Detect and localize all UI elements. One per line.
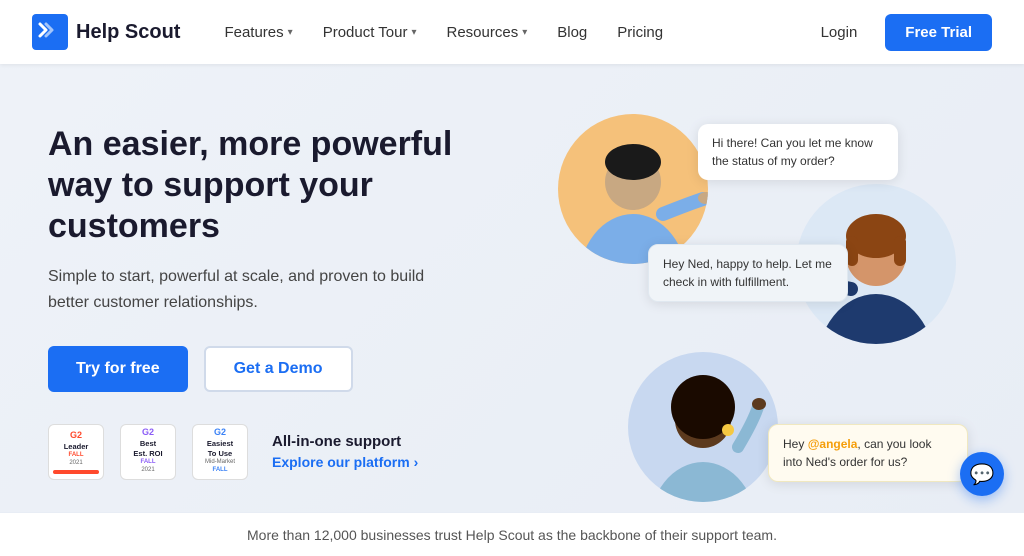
platform-label: All-in-one support <box>272 433 418 450</box>
character-1 <box>558 114 708 264</box>
hero-ctas: Try for free Get a Demo <box>48 346 508 392</box>
g2-badge-leader: G2 Leader FALL 2021 <box>48 424 104 480</box>
logo-icon <box>32 14 68 50</box>
hero-heading: An easier, more powerful way to support … <box>48 124 508 246</box>
explore-platform-link[interactable]: Explore our platform › <box>272 454 418 470</box>
nav-right: Login Free Trial <box>809 14 992 51</box>
hero-platform: All-in-one support Explore our platform … <box>272 433 418 470</box>
speech-bubble-3: Hey @angela, can you look into Ned's ord… <box>768 424 968 482</box>
hero-section: An easier, more powerful way to support … <box>0 64 1024 512</box>
speech-bubble-1: Hi there! Can you let me know the status… <box>698 124 898 180</box>
nav-features[interactable]: Features ▾ <box>212 16 304 49</box>
free-trial-button[interactable]: Free Trial <box>885 14 992 51</box>
bottom-bar: More than 12,000 businesses trust Help S… <box>0 512 1024 556</box>
nav-links: Features ▾ Product Tour ▾ Resources ▾ Bl… <box>212 16 808 49</box>
g2-badge-easiest: G2 Easiest To Use Mid-Market FALL <box>192 424 248 480</box>
nav-pricing[interactable]: Pricing <box>605 16 675 49</box>
chat-button[interactable]: 💬 <box>960 452 1004 496</box>
nav-blog[interactable]: Blog <box>545 16 599 49</box>
login-button[interactable]: Login <box>809 16 870 49</box>
chevron-down-icon: ▾ <box>288 27 293 38</box>
hero-illustration: Hi there! Can you let me know the status… <box>528 104 976 512</box>
nav-product-tour[interactable]: Product Tour ▾ <box>311 16 429 49</box>
nav-resources[interactable]: Resources ▾ <box>435 16 540 49</box>
logo-link[interactable]: Help Scout <box>32 14 180 50</box>
bottom-trust-text: More than 12,000 businesses trust Help S… <box>247 527 777 543</box>
character-3 <box>628 352 778 502</box>
chevron-down-icon: ▾ <box>411 27 416 38</box>
hero-left: An easier, more powerful way to support … <box>48 104 508 512</box>
chevron-down-icon: ▾ <box>522 27 527 38</box>
navbar: Help Scout Features ▾ Product Tour ▾ Res… <box>0 0 1024 64</box>
get-demo-button[interactable]: Get a Demo <box>204 346 353 392</box>
chat-icon: 💬 <box>970 462 995 487</box>
hero-badges: G2 Leader FALL 2021 G2 Best Est. ROI FAL… <box>48 424 508 480</box>
hero-subheading: Simple to start, powerful at scale, and … <box>48 264 428 315</box>
logo-text: Help Scout <box>76 21 180 44</box>
speech-bubble-2: Hey Ned, happy to help. Let me check in … <box>648 244 848 302</box>
try-for-free-button[interactable]: Try for free <box>48 346 188 392</box>
g2-badge-roi: G2 Best Est. ROI FALL 2021 <box>120 424 176 480</box>
